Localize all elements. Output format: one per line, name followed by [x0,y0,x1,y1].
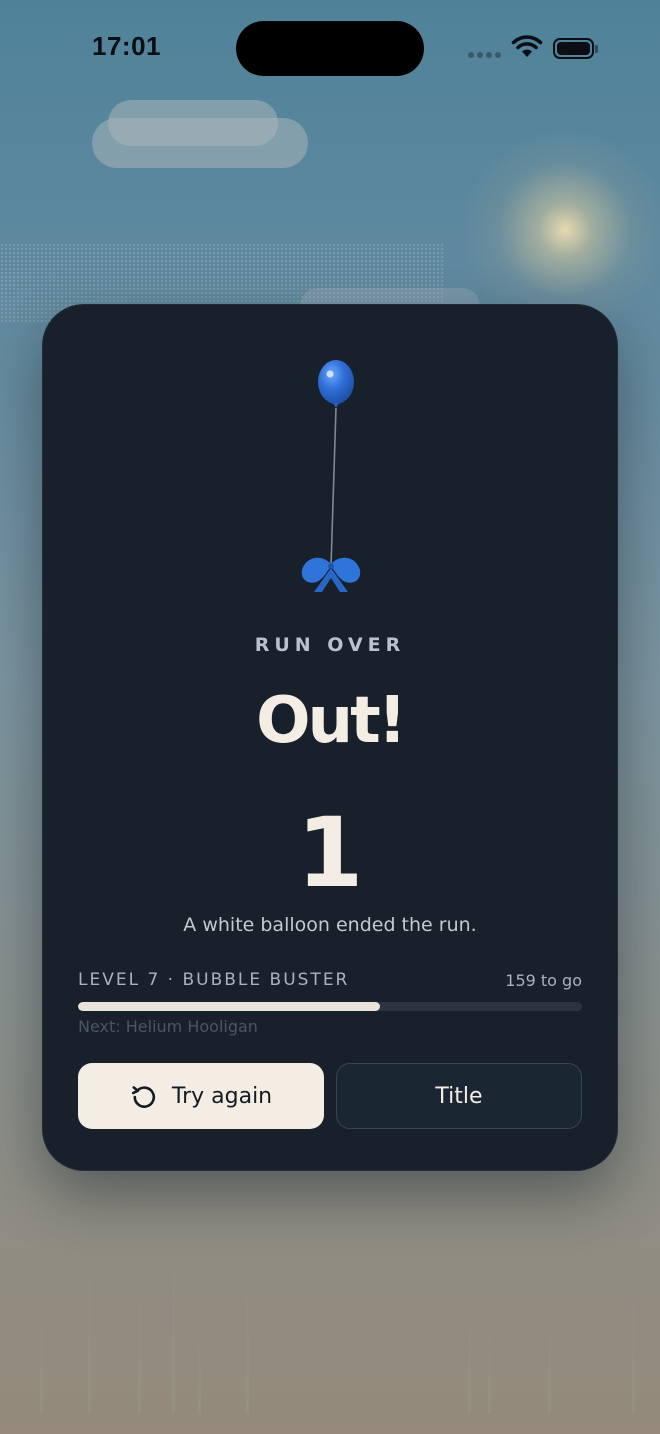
title-button[interactable]: Title [336,1063,582,1129]
headline: Out! [256,684,407,758]
retry-icon [131,1086,155,1108]
status-time: 17:01 [92,31,161,61]
run-end-reason: A white balloon ended the run. [183,914,477,936]
score-value: 1 [296,797,364,909]
next-level: Next: Helium Hooligan [78,1017,258,1036]
points-remaining: 159 to go [505,971,582,990]
level-progress-fill [78,1002,381,1011]
game-over-card: RUN OVER Out! 1 A white balloon ended th… [42,304,618,1171]
wifi-icon [511,35,543,57]
cellular-signal-icon [468,52,504,58]
run-over-label: RUN OVER [254,634,406,656]
battery-icon [553,38,598,59]
title-label: Title [435,1083,483,1109]
grass [0,1234,660,1434]
status-bar: 17:01 [0,0,660,95]
cloud [108,100,278,146]
level-row: LEVEL 7 · BUBBLE BUSTER 159 to go [78,970,582,994]
balloon-icon [301,360,361,592]
sun [455,130,660,330]
level-name: LEVEL 7 · BUBBLE BUSTER [78,970,350,990]
level-progress-bar [78,1002,582,1011]
dynamic-island [236,21,424,76]
try-again-button[interactable]: Try again [78,1063,324,1129]
try-again-label: Try again [171,1083,273,1109]
